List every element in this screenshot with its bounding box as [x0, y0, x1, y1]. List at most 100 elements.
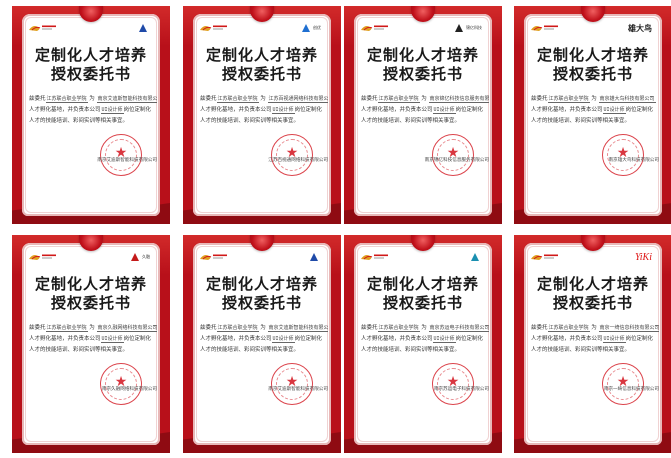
title-line-2: 授权委托书 [50, 294, 131, 312]
partner-logo: 创优 [301, 22, 321, 34]
title-line-1: 定制化人才培养 [536, 46, 649, 64]
prefix-text: 兹委托 [361, 325, 378, 331]
body-line-2: 人才孵化基地，并负责本公司UI设计师岗位定制化 [29, 334, 157, 345]
certificate-card[interactable]: YiKi 定制化人才培养 授权委托书 兹委托江苏联合职业学院 为 南京一绮信息科… [514, 235, 671, 453]
title-line-2: 授权委托书 [221, 294, 302, 312]
certificate-card[interactable]: 定制化人才培养 授权委托书 兹委托江苏联合职业学院 为 南京苏运电子科技有限公司… [344, 235, 502, 453]
partner-mark-icon [302, 24, 310, 32]
body-line-2: 人才孵化基地，并负责本公司UI设计师岗位定制化 [29, 105, 157, 116]
prefix-text: 兹委托 [29, 96, 46, 102]
school-name: 江苏联合职业学院 [547, 96, 590, 103]
school-logo-icon [531, 254, 558, 260]
school-logo-icon [29, 254, 56, 260]
title-line-2: 授权委托书 [382, 294, 463, 312]
partner-logo-text: 锦亿科技 [466, 25, 482, 30]
certificate-card[interactable]: 久融 定制化人才培养 授权委托书 兹委托江苏联合职业学院 为 南京久融网络科技有… [12, 235, 170, 453]
partner-logo: 久融 [130, 251, 150, 263]
signer-company: 南京锦亿科技信息服务有限公司 [424, 158, 489, 163]
signer-company: 南京苏运电子科技有限公司 [433, 387, 489, 392]
title-line-1: 定制化人才培养 [536, 275, 649, 293]
signer-company: 南京艾迪斯智能科技有限公司 [97, 158, 157, 163]
body-line-3: 人才的技能培训、彩间实训等相关事宜。 [361, 118, 461, 124]
school-logo-icon [200, 25, 227, 31]
title-line-1: 定制化人才培养 [34, 46, 147, 64]
body-line-3: 人才的技能培训、彩间实训等相关事宜。 [29, 118, 129, 124]
school-name: 江苏联合职业学院 [377, 96, 420, 103]
body-line-2-tail: 岗位定制化 [455, 107, 484, 113]
body-line-2-text: 人才孵化基地，并负责本公司 [361, 107, 433, 113]
body-line-2: 人才孵化基地，并负责本公司UI设计师岗位定制化 [531, 334, 659, 345]
prefix-text: 兹委托 [200, 96, 217, 102]
prefix-text: 兹委托 [29, 325, 46, 331]
position-name: UI设计师 [602, 107, 626, 114]
body-line-2-tail: 岗位定制化 [625, 107, 654, 113]
body-line-1: 兹委托江苏联合职业学院 为 南京久融网络科技有限公司 [29, 323, 157, 334]
company-stamp-icon: ★ [100, 134, 142, 176]
school-logo-icon [29, 25, 56, 31]
body-line-1: 兹委托江苏联合职业学院 为 南京一绮信息科技有限公司 [531, 323, 659, 334]
title-line-2: 授权委托书 [50, 65, 131, 83]
body-line-3: 人才的技能培训、彩间实训等相关事宜。 [531, 347, 631, 353]
body-line-2-tail: 岗位定制化 [294, 107, 323, 113]
title-line-1: 定制化人才培养 [366, 275, 479, 293]
body-line-2: 人才孵化基地，并负责本公司UI设计师岗位定制化 [200, 334, 328, 345]
verb-text: 为 [260, 96, 266, 102]
body-line-2: 人才孵化基地，并负责本公司UI设计师岗位定制化 [361, 334, 489, 345]
certificate-card[interactable]: 定制化人才培养 授权委托书 兹委托江苏联合职业学院 为 南京艾迪斯智能科技有限公… [12, 6, 170, 224]
verb-text: 为 [89, 325, 95, 331]
certificate-card[interactable]: 锦亿科技 定制化人才培养 授权委托书 兹委托江苏联合职业学院 为 南京锦亿科技信… [344, 6, 502, 224]
body-line-2-text: 人才孵化基地，并负责本公司 [361, 336, 433, 342]
company-stamp-icon: ★ [100, 363, 142, 405]
body-line-1: 兹委托江苏联合职业学院 为 南京艾迪斯智能科技有限公司 [200, 323, 328, 334]
certificate-body: 兹委托江苏联合职业学院 为 南京锦亿科技信息服务有限公司 人才孵化基地，并负责本… [361, 94, 489, 127]
body-line-3: 人才的技能培训、彩间实训等相关事宜。 [200, 347, 300, 353]
verb-text: 为 [591, 325, 597, 331]
school-logo-icon [531, 25, 558, 31]
partner-logo-text: 久融 [142, 254, 150, 259]
body-line-3: 人才的技能培训、彩间实训等相关事宜。 [200, 118, 300, 124]
school-name: 江苏联合职业学院 [216, 325, 259, 332]
company-name-handwritten: 南京艾迪斯智能科技有限公司 [267, 325, 328, 332]
title-line-2: 授权委托书 [382, 65, 463, 83]
body-line-1: 兹委托江苏联合职业学院 为 南京苏运电子科技有限公司 [361, 323, 489, 334]
company-name-handwritten: 江苏百视通网络科技有限公司 [267, 96, 328, 103]
prefix-text: 兹委托 [531, 325, 548, 331]
certificate-card[interactable]: 雄大鸟 定制化人才培养 授权委托书 兹委托江苏联合职业学院 为 南京雄大鸟科技有… [514, 6, 671, 224]
certificate-grid: 定制化人才培养 授权委托书 兹委托江苏联合职业学院 为 南京艾迪斯智能科技有限公… [0, 0, 671, 458]
verb-text: 为 [591, 96, 597, 102]
title-line-2: 授权委托书 [552, 294, 633, 312]
signer-company: 江苏百视通网络科技有限公司 [268, 158, 328, 163]
position-name: UI设计师 [432, 336, 456, 343]
company-stamp-icon: ★ [271, 363, 313, 405]
body-line-2-tail: 岗位定制化 [455, 336, 484, 342]
company-name-handwritten: 南京苏运电子科技有限公司 [428, 325, 489, 332]
company-stamp-icon: ★ [602, 363, 644, 405]
body-line-2-tail: 岗位定制化 [294, 336, 323, 342]
title-line-2: 授权委托书 [552, 65, 633, 83]
prefix-text: 兹委托 [200, 325, 217, 331]
body-line-3: 人才的技能培训、彩间实训等相关事宜。 [361, 347, 461, 353]
verb-text: 为 [421, 96, 427, 102]
school-logo-icon [200, 254, 227, 260]
position-name: UI设计师 [271, 107, 295, 114]
position-name: UI设计师 [100, 107, 124, 114]
body-line-2-tail: 岗位定制化 [123, 107, 152, 113]
certificate-card[interactable]: 定制化人才培养 授权委托书 兹委托江苏联合职业学院 为 南京艾迪斯智能科技有限公… [183, 235, 341, 453]
signer-company: 南京雄大鸟科技有限公司 [608, 158, 659, 163]
partner-logo-text: 雄大鸟 [628, 22, 652, 33]
certificate-card[interactable]: 创优 定制化人才培养 授权委托书 兹委托江苏联合职业学院 为 江苏百视通网络科技… [183, 6, 341, 224]
position-name: UI设计师 [100, 336, 124, 343]
company-stamp-icon: ★ [432, 134, 474, 176]
company-stamp-icon: ★ [602, 134, 644, 176]
body-line-2-text: 人才孵化基地，并负责本公司 [200, 336, 272, 342]
company-name-handwritten: 南京锦亿科技信息服务有限公司 [428, 96, 489, 103]
body-line-2-tail: 岗位定制化 [123, 336, 152, 342]
body-line-2-text: 人才孵化基地，并负责本公司 [29, 107, 101, 113]
partner-mark-icon [310, 253, 318, 261]
school-logo-icon [361, 25, 388, 31]
body-line-2-text: 人才孵化基地，并负责本公司 [531, 107, 603, 113]
certificate-body: 兹委托江苏联合职业学院 为 南京艾迪斯智能科技有限公司 人才孵化基地，并负责本公… [200, 323, 328, 356]
body-line-3: 人才的技能培训、彩间实训等相关事宜。 [29, 347, 129, 353]
school-logo-icon [361, 254, 388, 260]
signer-company: 南京久融网络科技有限公司 [101, 387, 157, 392]
